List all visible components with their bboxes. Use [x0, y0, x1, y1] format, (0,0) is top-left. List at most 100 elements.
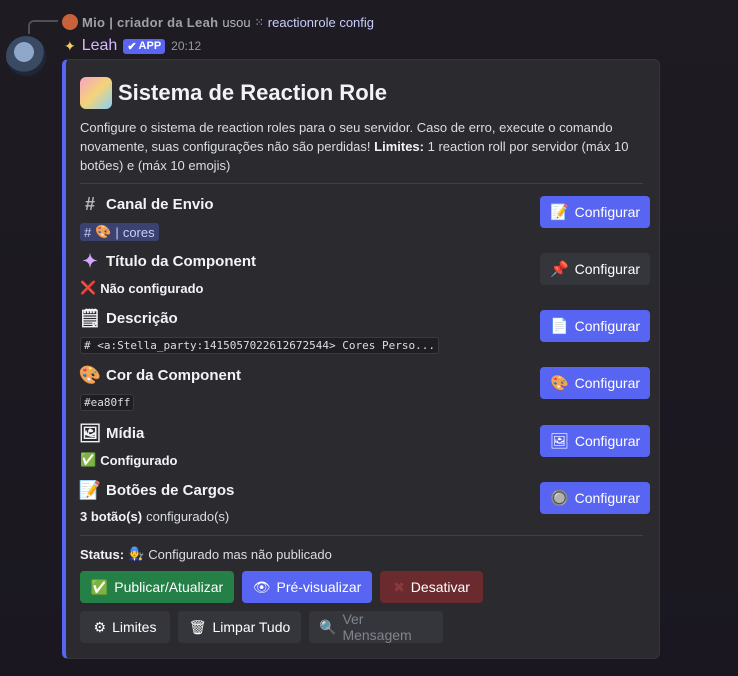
- value-count: 3 botão(s): [80, 509, 143, 524]
- configure-midia-button[interactable]: 🖼 Configurar: [540, 425, 650, 457]
- section-value: ❌ Não configurado: [80, 280, 203, 296]
- reply-command[interactable]: reactionrole config: [268, 15, 374, 30]
- status-label: Status:: [80, 546, 125, 562]
- deactivate-button[interactable]: ✖ Desativar: [380, 571, 483, 603]
- divider: [80, 183, 643, 184]
- channel-hash: #: [84, 224, 92, 240]
- palette-emoji-icon: 🎨: [95, 224, 112, 239]
- check-icon: ✔: [127, 40, 137, 53]
- section-titulo: ✦ Título da Component ❌ Não configurado …: [80, 251, 650, 306]
- value-text: Não configurado: [100, 280, 204, 296]
- section-cor: 🎨 Cor da Component #ea80ff 🎨 Configurar: [78, 364, 650, 420]
- message-header: ✦ Leah ✔ APP 20:12: [64, 36, 201, 56]
- section-canal-envio: # Canal de Envio # 🎨 | cores 📝 Configura…: [80, 194, 650, 249]
- gear-icon: ⚙: [93, 618, 107, 635]
- button-label: Configurar: [574, 261, 641, 277]
- color-code: #ea80ff: [80, 394, 135, 411]
- section-descricao: 🗒 Descrição # <a:Stella_party:1415057022…: [78, 307, 650, 363]
- cross-icon: ✖: [393, 578, 405, 595]
- reply-avatar: [62, 14, 78, 30]
- configure-titulo-button[interactable]: 📌 Configurar: [540, 253, 650, 285]
- check-box-icon: ✅: [90, 578, 109, 595]
- button-label: Pré-visualizar: [276, 579, 362, 595]
- configure-cor-button[interactable]: 🎨 Configurar: [540, 367, 650, 399]
- section-header: 🎨 Cor da Component: [78, 364, 241, 385]
- reply-used-text: usou: [222, 14, 251, 30]
- palette-icon: 🎨: [78, 364, 102, 385]
- page-icon: 📄: [549, 318, 569, 335]
- palette-icon: 🎨: [549, 375, 569, 392]
- button-label: Ver Mensagem: [342, 611, 412, 643]
- section-midia: 🖼 Mídia ✅ Configurado 🖼 Configurar: [78, 422, 650, 478]
- embed-card: Sistema de Reaction Role Configure o sis…: [62, 59, 660, 659]
- section-header: 🖼 Mídia: [78, 422, 145, 443]
- check-mark-icon: ✅: [80, 452, 97, 467]
- reply-context[interactable]: Mio | criador da Leah usou ⁙ reactionrol…: [62, 13, 374, 31]
- hash-icon: #: [84, 193, 95, 214]
- button-label: Configurar: [574, 433, 641, 449]
- reply-username[interactable]: Mio | criador da Leah: [82, 15, 218, 30]
- channel-name: cores: [122, 224, 155, 240]
- value-text: configurado(s): [146, 509, 230, 524]
- status-text: Configurado mas não publicado: [148, 546, 332, 562]
- sparkle-icon: ✦: [64, 37, 76, 54]
- reply-connector: [28, 20, 58, 34]
- sparkles-icon: ✦: [82, 250, 98, 271]
- section-title: Cor da Component: [106, 366, 241, 384]
- configure-descricao-button[interactable]: 📄 Configurar: [540, 310, 650, 342]
- picture-icon: 🖼: [549, 433, 569, 450]
- embed-description: Configure o sistema de reaction roles pa…: [80, 118, 640, 175]
- embed-title-text: Sistema de Reaction Role: [118, 80, 387, 105]
- limits-label: Limites:: [374, 139, 424, 154]
- limits-button[interactable]: ⚙ Limites: [80, 611, 170, 643]
- message-time: 20:12: [171, 39, 202, 53]
- button-label: Configurar: [574, 490, 641, 506]
- status-emoji-icon: 🧑‍🔧: [128, 546, 145, 561]
- preview-button[interactable]: 👁 Pré-visualizar: [242, 571, 372, 603]
- section-value: # 🎨 | cores: [80, 223, 159, 241]
- configure-botoes-button[interactable]: 🔘 Configurar: [540, 482, 650, 514]
- app-badge: ✔ APP: [123, 38, 166, 54]
- configure-canal-button[interactable]: 📝 Configurar: [540, 196, 650, 228]
- section-value: 3 botão(s) configurado(s): [80, 509, 229, 524]
- app-badge-label: APP: [138, 40, 162, 52]
- publish-button[interactable]: ✅ Publicar/Atualizar: [80, 571, 234, 603]
- channel-separator: |: [115, 224, 119, 240]
- button-label: Limites: [112, 619, 157, 635]
- section-title: Descrição: [106, 309, 178, 327]
- status-line: Status: 🧑‍🔧 Configurado mas não publicad…: [80, 546, 332, 562]
- button-label: Configurar: [574, 204, 641, 220]
- memo-icon: 📝: [549, 204, 569, 221]
- section-header: 📝 Botões de Cargos: [78, 479, 235, 500]
- button-label: Configurar: [574, 318, 641, 334]
- button-label: Desativar: [410, 579, 470, 595]
- pushpin-icon: 📌: [549, 261, 569, 278]
- embed-title: Sistema de Reaction Role: [80, 77, 387, 109]
- blue-circle-icon: 🔘: [549, 490, 569, 507]
- section-value: # <a:Stella_party:1415057022612672544> C…: [80, 337, 439, 354]
- description-code: # <a:Stella_party:1415057022612672544> C…: [80, 337, 439, 354]
- document-icon: 🗒: [78, 307, 102, 328]
- magnifier-icon: 🔍: [319, 618, 337, 635]
- pencil-icon: 📝: [78, 479, 102, 500]
- party-cat-icon: [80, 77, 112, 109]
- button-label: Limpar Tudo: [212, 619, 291, 635]
- channel-mention[interactable]: # 🎨 | cores: [80, 223, 159, 241]
- view-message-button[interactable]: 🔍 Ver Mensagem: [309, 611, 443, 643]
- author-name[interactable]: Leah: [82, 37, 118, 55]
- section-header: 🗒 Descrição: [78, 307, 178, 328]
- section-title: Mídia: [106, 424, 145, 442]
- section-botoes-cargos: 📝 Botões de Cargos 3 botão(s) configurad…: [78, 479, 650, 535]
- section-value: ✅ Configurado: [80, 452, 177, 468]
- cross-mark-icon: ❌: [80, 280, 97, 295]
- section-title: Botões de Cargos: [106, 481, 235, 499]
- divider: [80, 535, 643, 536]
- eye-icon: 👁: [252, 578, 271, 595]
- button-label: Configurar: [574, 375, 641, 391]
- section-header: ✦ Título da Component: [80, 251, 256, 271]
- clear-all-button[interactable]: 🗑 Limpar Tudo: [178, 611, 301, 643]
- section-value: #ea80ff: [80, 394, 135, 411]
- image-icon: 🖼: [78, 422, 102, 443]
- author-avatar[interactable]: [6, 36, 46, 76]
- section-title: Título da Component: [106, 252, 256, 270]
